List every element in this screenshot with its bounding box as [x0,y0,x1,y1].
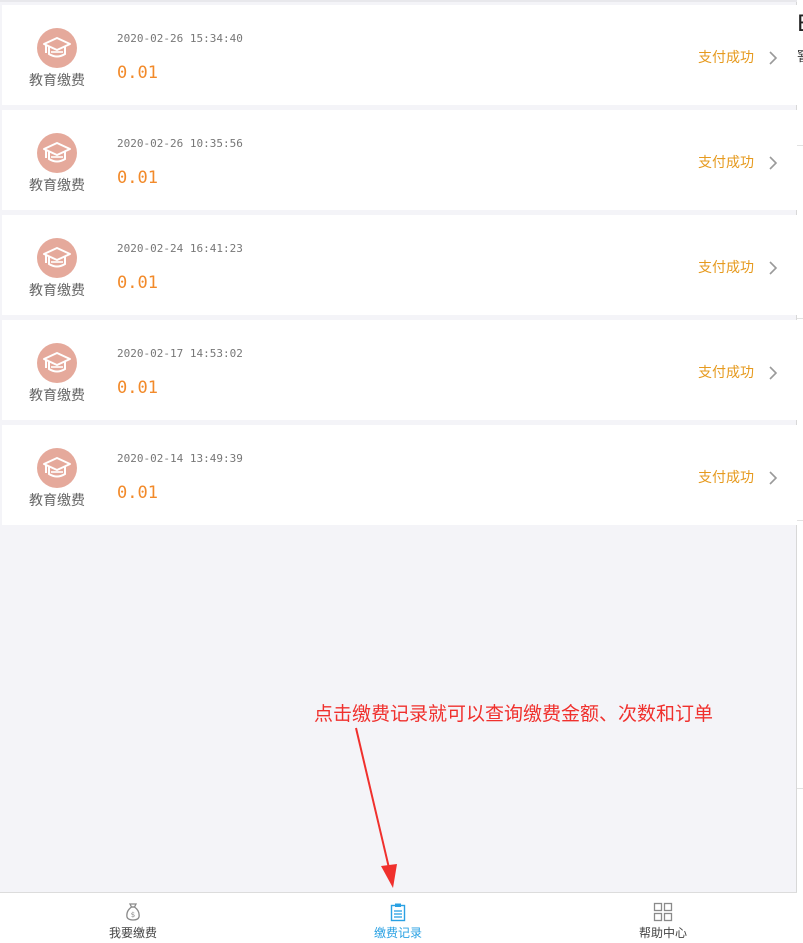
grid-icon [653,902,673,922]
record-amount: 0.01 [117,483,158,503]
record-category: 教育缴费 [29,388,85,404]
record-item[interactable]: 教育缴费 2020-02-26 10:35:56 0.01 支付成功 [2,110,797,210]
record-category: 教育缴费 [29,73,85,89]
bottom-tab-bar: $ 我要缴费 缴费记录 帮助中心 [0,892,797,943]
education-cap-icon [37,343,77,383]
edge-divider [797,788,803,789]
money-bag-icon: $ [126,903,140,921]
record-amount: 0.01 [117,63,158,83]
record-amount: 0.01 [117,378,158,398]
record-time: 2020-02-24 16:41:23 [117,242,243,255]
record-amount: 0.01 [117,273,158,293]
record-time: 2020-02-26 10:35:56 [117,137,243,150]
edge-glyph: E [797,14,803,36]
education-cap-icon [37,238,77,278]
top-divider [0,0,797,2]
record-time: 2020-02-17 14:53:02 [117,347,243,360]
education-cap-icon [37,28,77,68]
tab-label: 帮助中心 [638,926,687,940]
record-item[interactable]: 教育缴费 2020-02-24 16:41:23 0.01 支付成功 [2,215,797,315]
record-item[interactable]: 教育缴费 2020-02-14 13:49:39 0.01 支付成功 [2,425,797,525]
edge-divider [797,318,803,319]
record-status: 支付成功 [698,50,754,66]
record-category: 教育缴费 [29,493,85,509]
tab-records[interactable]: 缴费记录 [298,893,498,943]
education-cap-icon [37,448,77,488]
record-item[interactable]: 教育缴费 2020-02-17 14:53:02 0.01 支付成功 [2,320,797,420]
tab-pay[interactable]: $ 我要缴费 [33,893,233,943]
record-item[interactable]: 教育缴费 2020-02-26 15:34:40 0.01 支付成功 [2,5,797,105]
svg-text:$: $ [131,911,135,919]
chevron-right-icon [769,51,778,65]
edge-divider [797,145,803,146]
record-time: 2020-02-26 15:34:40 [117,32,243,45]
record-status: 支付成功 [698,260,754,276]
record-status: 支付成功 [698,155,754,171]
record-time: 2020-02-14 13:49:39 [117,452,243,465]
record-status: 支付成功 [698,470,754,486]
annotation-text: 点击缴费记录就可以查询缴费金额、次数和订单 [314,703,714,725]
chevron-right-icon [769,156,778,170]
record-category: 教育缴费 [29,178,85,194]
clipboard-icon [390,903,406,922]
chevron-right-icon [769,471,778,485]
neighbor-window-edge: E 窨 [797,0,803,943]
tab-help[interactable]: 帮助中心 [563,893,763,943]
record-amount: 0.01 [117,168,158,188]
tab-label: 我要缴费 [108,926,157,940]
edge-divider [797,520,803,521]
edge-glyph: 窨 [797,50,803,64]
payment-records-page: 教育缴费 2020-02-26 15:34:40 0.01 支付成功 教育缴费 … [0,0,797,943]
record-status: 支付成功 [698,365,754,381]
record-category: 教育缴费 [29,283,85,299]
tab-label: 缴费记录 [373,926,422,940]
chevron-right-icon [769,261,778,275]
education-cap-icon [37,133,77,173]
chevron-right-icon [769,366,778,380]
